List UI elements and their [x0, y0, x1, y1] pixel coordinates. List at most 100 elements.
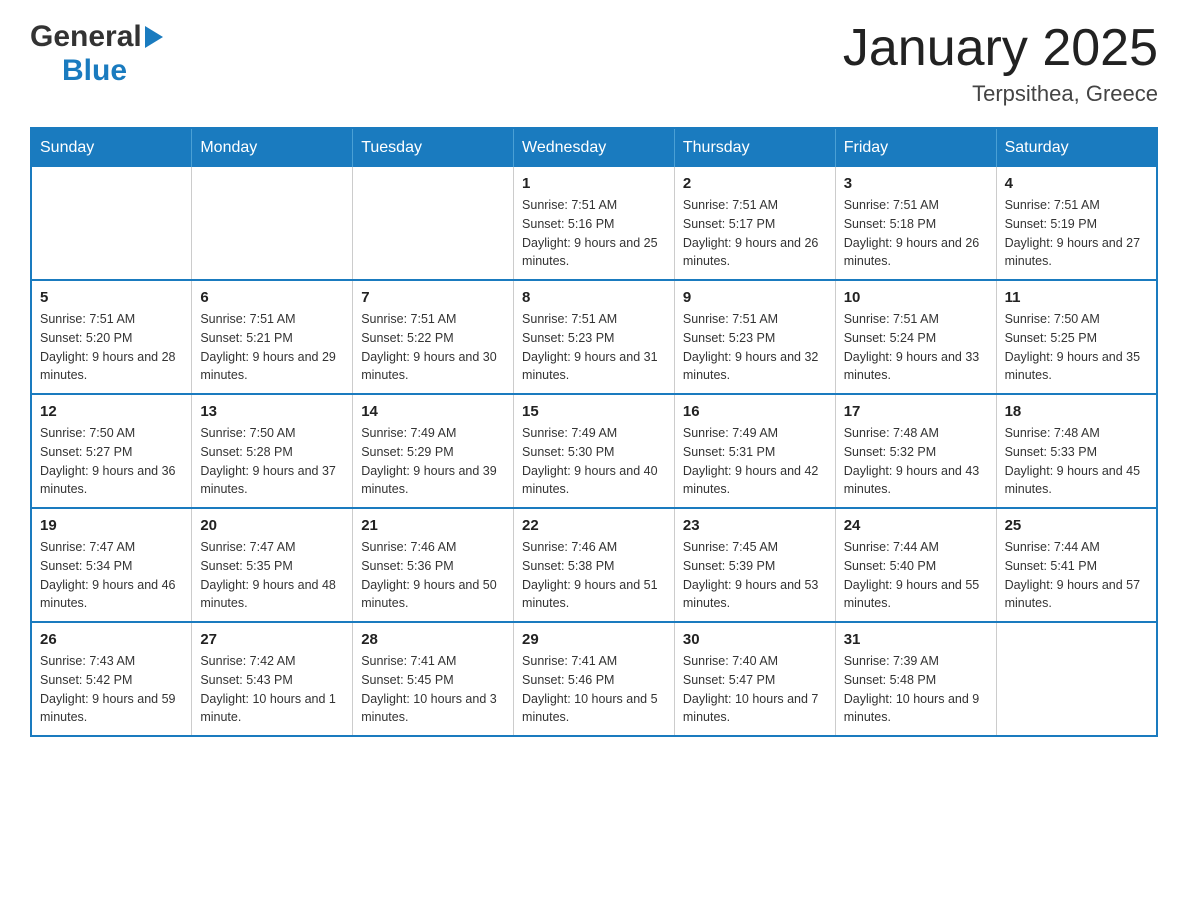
calendar-cell: 2 Sunrise: 7:51 AMSunset: 5:17 PMDaylight…: [674, 167, 835, 280]
weekday-header-friday: Friday: [835, 128, 996, 167]
day-number: 23: [683, 517, 827, 534]
calendar-table: SundayMondayTuesdayWednesdayThursdayFrid…: [30, 127, 1158, 737]
day-info: Sunrise: 7:41 AMSunset: 5:46 PMDaylight:…: [522, 652, 666, 727]
day-number: 26: [40, 631, 183, 648]
day-number: 12: [40, 403, 183, 420]
calendar-cell: 13Sunrise: 7:50 AMSunset: 5:28 PMDayligh…: [192, 394, 353, 508]
weekday-header-thursday: Thursday: [674, 128, 835, 167]
day-number: 31: [844, 631, 988, 648]
calendar-cell: [31, 167, 192, 280]
day-info: Sunrise: 7:49 AMSunset: 5:31 PMDaylight:…: [683, 424, 827, 499]
day-number: 22: [522, 517, 666, 534]
week-row-1: 1 Sunrise: 7:51 AMSunset: 5:16 PMDaylight…: [31, 167, 1157, 280]
day-info: Sunrise: 7:48 AMSunset: 5:32 PMDaylight:…: [844, 424, 988, 499]
day-info: Sunrise: 7:50 AMSunset: 5:25 PMDaylight:…: [1005, 310, 1148, 385]
day-info: Sunrise: 7:43 AMSunset: 5:42 PMDaylight:…: [40, 652, 183, 727]
day-number: 28: [361, 631, 505, 648]
day-number: 9: [683, 289, 827, 306]
calendar-cell: 17 Sunrise: 7:48 AMSunset: 5:32 PMDayligh…: [835, 394, 996, 508]
day-number: 30: [683, 631, 827, 648]
calendar-cell: 7 Sunrise: 7:51 AMSunset: 5:22 PMDaylight…: [353, 280, 514, 394]
day-info: Sunrise: 7:51 AMSunset: 5:17 PMDaylight:…: [683, 196, 827, 271]
day-number: 15: [522, 403, 666, 420]
day-number: 16: [683, 403, 827, 420]
logo-blue-text: Blue: [62, 54, 127, 87]
day-info: Sunrise: 7:51 AMSunset: 5:18 PMDaylight:…: [844, 196, 988, 271]
day-info: Sunrise: 7:50 AMSunset: 5:27 PMDaylight:…: [40, 424, 183, 499]
day-info: Sunrise: 7:51 AMSunset: 5:23 PMDaylight:…: [683, 310, 827, 385]
calendar-cell: 18Sunrise: 7:48 AMSunset: 5:33 PMDayligh…: [996, 394, 1157, 508]
calendar-cell: 28Sunrise: 7:41 AMSunset: 5:45 PMDayligh…: [353, 622, 514, 736]
weekday-header-wednesday: Wednesday: [514, 128, 675, 167]
day-info: Sunrise: 7:46 AMSunset: 5:38 PMDaylight:…: [522, 538, 666, 613]
calendar-cell: 16 Sunrise: 7:49 AMSunset: 5:31 PMDayligh…: [674, 394, 835, 508]
day-info: Sunrise: 7:51 AMSunset: 5:19 PMDaylight:…: [1005, 196, 1148, 271]
calendar-cell: 29 Sunrise: 7:41 AMSunset: 5:46 PMDayligh…: [514, 622, 675, 736]
day-number: 2: [683, 175, 827, 192]
day-info: Sunrise: 7:44 AMSunset: 5:40 PMDaylight:…: [844, 538, 988, 613]
calendar-cell: 26 Sunrise: 7:43 AMSunset: 5:42 PMDayligh…: [31, 622, 192, 736]
calendar-cell: 4 Sunrise: 7:51 AMSunset: 5:19 PMDaylight…: [996, 167, 1157, 280]
day-info: Sunrise: 7:40 AMSunset: 5:47 PMDaylight:…: [683, 652, 827, 727]
calendar-cell: 19Sunrise: 7:47 AMSunset: 5:34 PMDayligh…: [31, 508, 192, 622]
day-info: Sunrise: 7:49 AMSunset: 5:29 PMDaylight:…: [361, 424, 505, 499]
logo: General Blue: [30, 20, 166, 88]
calendar-cell: 6 Sunrise: 7:51 AMSunset: 5:21 PMDaylight…: [192, 280, 353, 394]
calendar-cell: 12 Sunrise: 7:50 AMSunset: 5:27 PMDayligh…: [31, 394, 192, 508]
day-number: 1: [522, 175, 666, 192]
title-section: January 2025 Terpsithea, Greece: [843, 20, 1158, 107]
calendar-cell: 3 Sunrise: 7:51 AMSunset: 5:18 PMDaylight…: [835, 167, 996, 280]
calendar-cell: 27Sunrise: 7:42 AMSunset: 5:43 PMDayligh…: [192, 622, 353, 736]
week-row-4: 19Sunrise: 7:47 AMSunset: 5:34 PMDayligh…: [31, 508, 1157, 622]
week-row-2: 5 Sunrise: 7:51 AMSunset: 5:20 PMDaylight…: [31, 280, 1157, 394]
calendar-cell: 5 Sunrise: 7:51 AMSunset: 5:20 PMDaylight…: [31, 280, 192, 394]
day-number: 17: [844, 403, 988, 420]
day-info: Sunrise: 7:45 AMSunset: 5:39 PMDaylight:…: [683, 538, 827, 613]
day-number: 10: [844, 289, 988, 306]
day-number: 29: [522, 631, 666, 648]
day-number: 25: [1005, 517, 1148, 534]
day-number: 5: [40, 289, 183, 306]
logo-arrow-icon: [145, 26, 163, 48]
day-number: 21: [361, 517, 505, 534]
calendar-cell: 1 Sunrise: 7:51 AMSunset: 5:16 PMDaylight…: [514, 167, 675, 280]
weekday-header-saturday: Saturday: [996, 128, 1157, 167]
location-text: Terpsithea, Greece: [843, 81, 1158, 107]
day-info: Sunrise: 7:51 AMSunset: 5:21 PMDaylight:…: [200, 310, 344, 385]
calendar-cell: 31 Sunrise: 7:39 AMSunset: 5:48 PMDayligh…: [835, 622, 996, 736]
day-info: Sunrise: 7:51 AMSunset: 5:20 PMDaylight:…: [40, 310, 183, 385]
day-info: Sunrise: 7:51 AMSunset: 5:22 PMDaylight:…: [361, 310, 505, 385]
day-info: Sunrise: 7:44 AMSunset: 5:41 PMDaylight:…: [1005, 538, 1148, 613]
day-number: 3: [844, 175, 988, 192]
day-number: 24: [844, 517, 988, 534]
day-number: 7: [361, 289, 505, 306]
calendar-cell: 20Sunrise: 7:47 AMSunset: 5:35 PMDayligh…: [192, 508, 353, 622]
day-info: Sunrise: 7:39 AMSunset: 5:48 PMDaylight:…: [844, 652, 988, 727]
calendar-cell: 23 Sunrise: 7:45 AMSunset: 5:39 PMDayligh…: [674, 508, 835, 622]
day-number: 8: [522, 289, 666, 306]
calendar-cell: 10 Sunrise: 7:51 AMSunset: 5:24 PMDayligh…: [835, 280, 996, 394]
day-info: Sunrise: 7:51 AMSunset: 5:23 PMDaylight:…: [522, 310, 666, 385]
day-number: 14: [361, 403, 505, 420]
day-info: Sunrise: 7:47 AMSunset: 5:34 PMDaylight:…: [40, 538, 183, 613]
day-info: Sunrise: 7:51 AMSunset: 5:24 PMDaylight:…: [844, 310, 988, 385]
day-number: 20: [200, 517, 344, 534]
day-number: 4: [1005, 175, 1148, 192]
calendar-cell: 9 Sunrise: 7:51 AMSunset: 5:23 PMDaylight…: [674, 280, 835, 394]
weekday-header-row: SundayMondayTuesdayWednesdayThursdayFrid…: [31, 128, 1157, 167]
weekday-header-tuesday: Tuesday: [353, 128, 514, 167]
calendar-cell: 15 Sunrise: 7:49 AMSunset: 5:30 PMDayligh…: [514, 394, 675, 508]
day-info: Sunrise: 7:48 AMSunset: 5:33 PMDaylight:…: [1005, 424, 1148, 499]
day-number: 6: [200, 289, 344, 306]
week-row-5: 26 Sunrise: 7:43 AMSunset: 5:42 PMDayligh…: [31, 622, 1157, 736]
calendar-cell: 22 Sunrise: 7:46 AMSunset: 5:38 PMDayligh…: [514, 508, 675, 622]
calendar-cell: [192, 167, 353, 280]
calendar-cell: 11Sunrise: 7:50 AMSunset: 5:25 PMDayligh…: [996, 280, 1157, 394]
month-title: January 2025: [843, 20, 1158, 77]
calendar-cell: 25 Sunrise: 7:44 AMSunset: 5:41 PMDayligh…: [996, 508, 1157, 622]
day-info: Sunrise: 7:49 AMSunset: 5:30 PMDaylight:…: [522, 424, 666, 499]
day-info: Sunrise: 7:51 AMSunset: 5:16 PMDaylight:…: [522, 196, 666, 271]
calendar-cell: 14 Sunrise: 7:49 AMSunset: 5:29 PMDayligh…: [353, 394, 514, 508]
logo-general-text: General: [30, 20, 142, 54]
day-number: 27: [200, 631, 344, 648]
